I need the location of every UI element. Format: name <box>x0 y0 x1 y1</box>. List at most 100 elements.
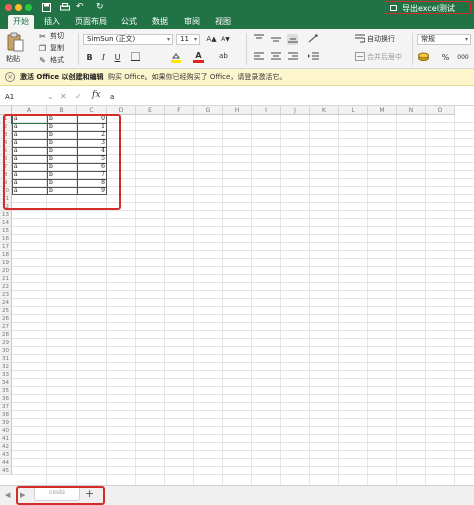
row-header[interactable]: 29 <box>0 339 12 347</box>
tab-data[interactable]: 数据 <box>152 15 168 29</box>
row-header[interactable]: 17 <box>0 243 12 251</box>
bold-button[interactable]: B <box>84 52 95 63</box>
merge-center-icon[interactable] <box>354 52 365 63</box>
cancel-icon[interactable]: ✕ <box>60 91 67 103</box>
row-header[interactable]: 21 <box>0 275 12 283</box>
column-header-m[interactable]: M <box>368 106 397 115</box>
row-header[interactable]: 36 <box>0 395 12 403</box>
row-header[interactable]: 23 <box>0 291 12 299</box>
tab-page-layout[interactable]: 页面布局 <box>75 15 107 29</box>
format-painter-icon[interactable]: ✎ <box>37 55 48 66</box>
grow-font-button[interactable]: A▲ <box>206 34 217 45</box>
number-format-select[interactable]: 常规 ▾ <box>417 34 471 45</box>
borders-icon[interactable] <box>130 52 141 63</box>
column-header-h[interactable]: H <box>223 106 252 115</box>
column-header-o[interactable]: O <box>426 106 455 115</box>
enter-icon[interactable]: ✓ <box>75 91 82 103</box>
row-header[interactable]: 22 <box>0 283 12 291</box>
column-header-l[interactable]: L <box>339 106 368 115</box>
align-top-icon[interactable] <box>253 34 264 45</box>
tab-review[interactable]: 审阅 <box>184 15 200 29</box>
save-icon[interactable] <box>42 1 51 16</box>
copy-label[interactable]: 复制 <box>50 44 64 53</box>
column-header-e[interactable]: E <box>136 106 165 115</box>
row-header[interactable]: 37 <box>0 403 12 411</box>
copy-icon[interactable]: ❐ <box>37 43 48 54</box>
align-right-icon[interactable] <box>287 52 298 63</box>
row-header[interactable]: 45 <box>0 467 12 475</box>
row-header[interactable]: 31 <box>0 355 12 363</box>
row-header[interactable]: 38 <box>0 411 12 419</box>
row-header[interactable]: 34 <box>0 379 12 387</box>
undo-icon[interactable]: ↶ <box>76 1 84 13</box>
close-icon[interactable]: × <box>5 72 15 82</box>
spreadsheet-grid[interactable]: A B C D E F G H I J K L M N O 1 2 3 4 5 6 7 8 9 10 11 12 13 14 15 16 17… <box>0 106 474 485</box>
row-header[interactable]: 14 <box>0 219 12 227</box>
row-header[interactable]: 18 <box>0 251 12 259</box>
row-header[interactable]: 15 <box>0 227 12 235</box>
row-header[interactable]: 13 <box>0 211 12 219</box>
column-header-g[interactable]: G <box>194 106 223 115</box>
row-header[interactable]: 30 <box>0 347 12 355</box>
indent-icon[interactable] <box>308 52 319 63</box>
font-color-icon[interactable]: A <box>193 51 204 63</box>
column-header-j[interactable]: J <box>281 106 310 115</box>
row-header[interactable]: 24 <box>0 299 12 307</box>
align-left-icon[interactable] <box>253 52 264 63</box>
align-bottom-icon[interactable] <box>287 34 298 45</box>
underline-button[interactable]: U <box>112 52 123 63</box>
font-size-select[interactable]: 11 ▾ <box>176 34 200 45</box>
row-header[interactable]: 44 <box>0 459 12 467</box>
row-header[interactable]: 40 <box>0 427 12 435</box>
row-header[interactable]: 19 <box>0 259 12 267</box>
print-icon[interactable] <box>60 1 70 16</box>
sheet-prev-icon[interactable]: ◀ <box>5 491 10 499</box>
wrap-text-label[interactable]: 自动换行 <box>367 35 395 44</box>
italic-button[interactable]: I <box>98 52 109 63</box>
column-header-n[interactable]: N <box>397 106 426 115</box>
fill-color-icon[interactable] <box>170 52 181 63</box>
currency-icon[interactable] <box>418 52 429 63</box>
orientation-icon[interactable] <box>308 34 319 45</box>
close-window-button[interactable] <box>5 4 12 11</box>
row-header[interactable]: 33 <box>0 371 12 379</box>
formula-input[interactable]: a <box>110 91 114 103</box>
row-header[interactable]: 28 <box>0 331 12 339</box>
chevron-down-icon[interactable]: ⌄ <box>47 91 54 103</box>
cut-icon[interactable]: ✂ <box>37 31 48 42</box>
wrap-text-icon[interactable] <box>354 34 366 45</box>
row-header[interactable]: 26 <box>0 315 12 323</box>
name-box[interactable]: A1 <box>3 91 45 103</box>
row-header[interactable]: 32 <box>0 363 12 371</box>
shrink-font-button[interactable]: A▼ <box>220 34 231 45</box>
redo-icon[interactable]: ↻ <box>96 1 104 13</box>
tab-view[interactable]: 视图 <box>215 15 231 29</box>
align-middle-icon[interactable] <box>270 34 281 45</box>
minimize-window-button[interactable] <box>15 4 22 11</box>
row-header[interactable]: 16 <box>0 235 12 243</box>
insert-function-button[interactable]: fx <box>92 90 100 100</box>
tab-formulas[interactable]: 公式 <box>121 15 137 29</box>
row-header[interactable]: 41 <box>0 435 12 443</box>
column-header-i[interactable]: I <box>252 106 281 115</box>
zoom-window-button[interactable] <box>25 4 32 11</box>
row-header[interactable]: 27 <box>0 323 12 331</box>
cut-label[interactable]: 剪切 <box>50 32 64 41</box>
row-header[interactable]: 20 <box>0 267 12 275</box>
row-header[interactable]: 39 <box>0 419 12 427</box>
tab-home[interactable]: 开始 <box>8 15 34 29</box>
percent-button[interactable]: % <box>440 52 451 63</box>
thousands-button[interactable]: 000 <box>455 52 471 63</box>
tab-insert[interactable]: 插入 <box>44 15 60 29</box>
phonetic-icon[interactable]: ab <box>218 51 229 62</box>
paste-icon[interactable] <box>6 32 24 52</box>
column-header-f[interactable]: F <box>165 106 194 115</box>
row-header[interactable]: 25 <box>0 307 12 315</box>
paste-label[interactable]: 粘贴 <box>6 55 20 64</box>
format-painter-label[interactable]: 格式 <box>50 56 64 65</box>
align-center-icon[interactable] <box>270 52 281 63</box>
column-header-k[interactable]: K <box>310 106 339 115</box>
merge-center-label[interactable]: 合并后居中 <box>367 53 402 62</box>
row-header[interactable]: 35 <box>0 387 12 395</box>
row-header[interactable]: 43 <box>0 451 12 459</box>
